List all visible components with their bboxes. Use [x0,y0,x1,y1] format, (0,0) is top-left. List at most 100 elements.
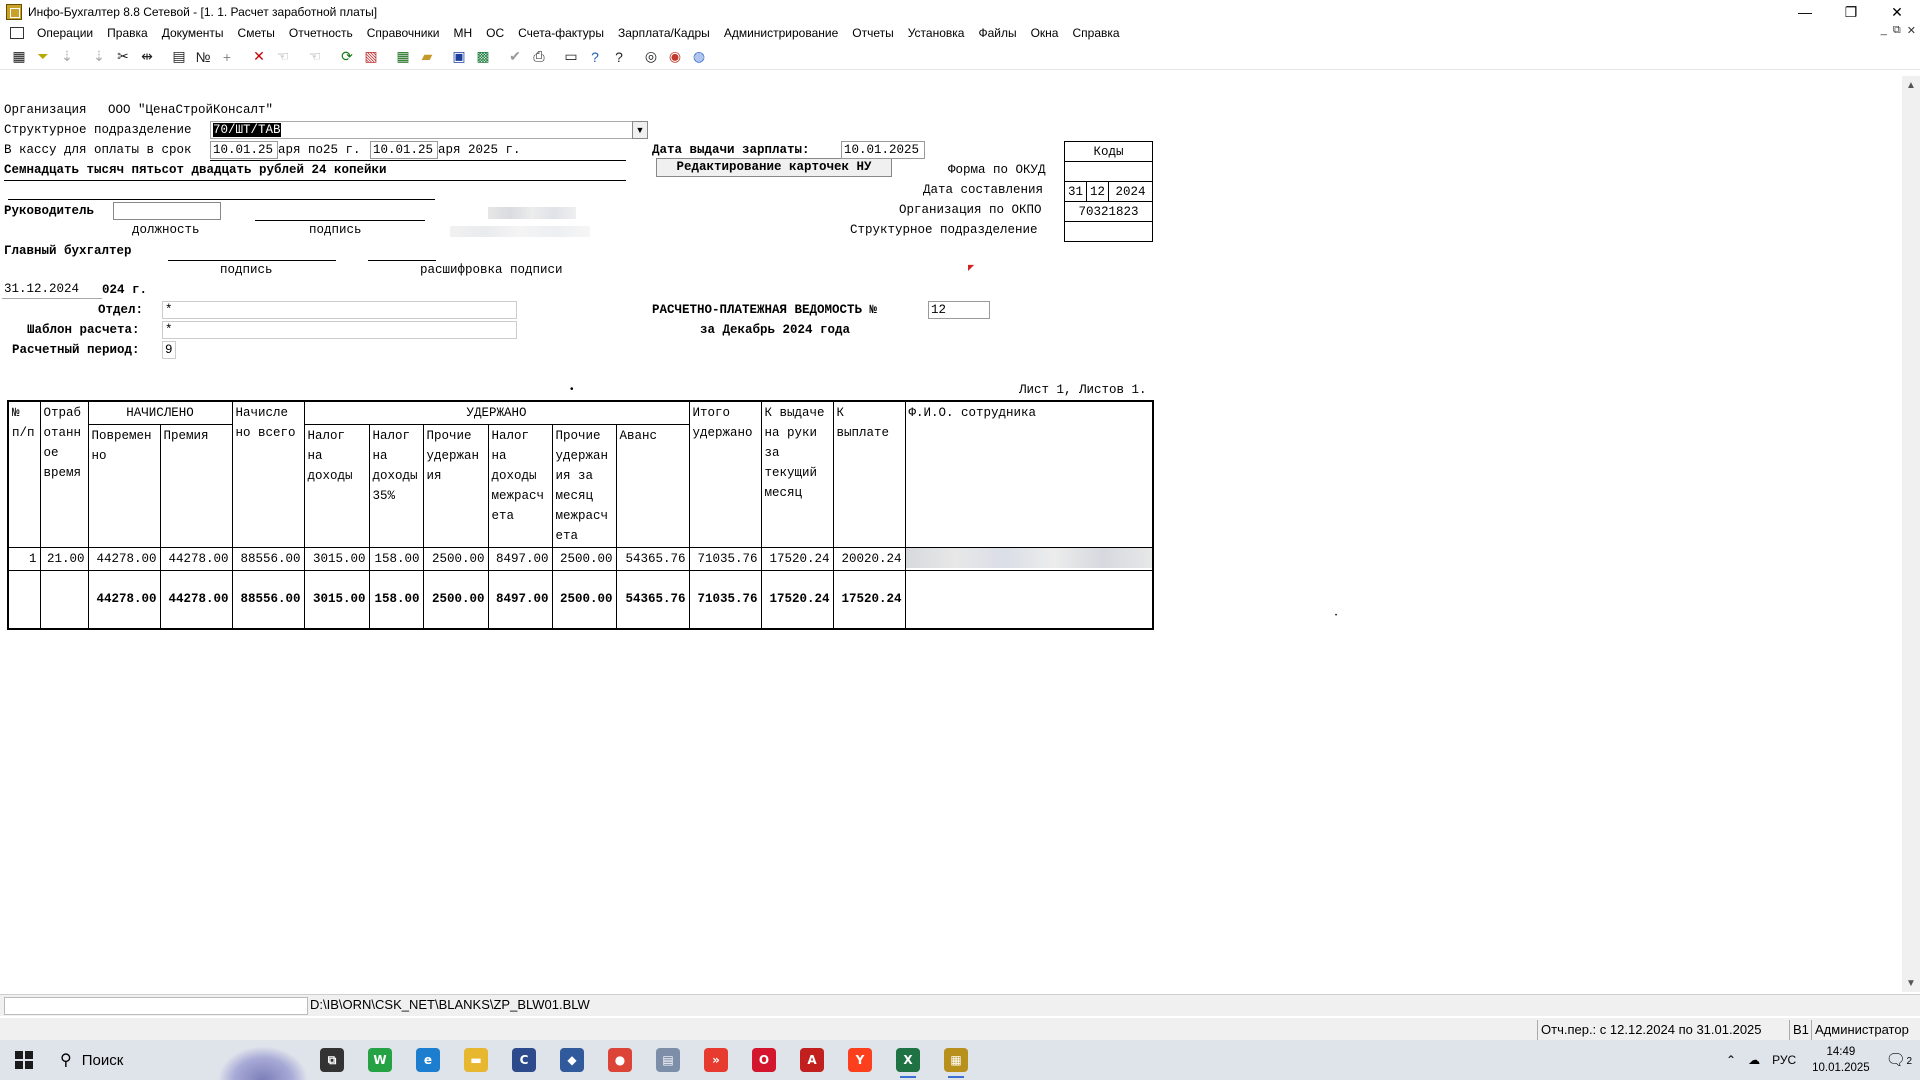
menu-item[interactable]: МН [446,26,479,40]
codes-year[interactable]: 2024 [1108,181,1153,202]
save-icon[interactable]: ▣ [448,46,470,68]
context-help-icon[interactable]: ? [608,46,630,68]
pdf-icon[interactable]: ▧ [360,46,382,68]
chrome-icon[interactable]: ● [596,1040,644,1080]
form-tab-title[interactable]: Редактирование карточек НУ [656,158,892,177]
explorer-icon[interactable]: ▬ [452,1040,500,1080]
cell-bonus[interactable]: 44278.00 [159,547,233,571]
language-indicator[interactable]: РУС [1766,1053,1802,1067]
menu-item[interactable]: Справочники [360,26,447,40]
refresh-icon[interactable]: ⟳ [336,46,358,68]
pdf-reader-icon[interactable]: A [788,1040,836,1080]
cash-to-field[interactable]: 10.01.25 [370,141,438,159]
document-icon[interactable] [10,27,24,39]
vertical-scrollbar[interactable]: ▲ ▼ [1902,76,1920,992]
sort-desc-icon[interactable]: ⇣ [88,46,110,68]
template-field[interactable]: * [162,321,517,339]
head-position-field[interactable] [113,202,221,220]
dept-field[interactable]: * [162,301,517,319]
statement-number-field[interactable]: 12 [928,301,990,319]
cell-other-inter[interactable]: 2500.00 [551,547,617,571]
menu-item[interactable]: Файлы [971,26,1023,40]
close-button[interactable]: ✕ [1874,0,1920,24]
ccleaner-icon[interactable]: C [500,1040,548,1080]
mdi-restore-icon[interactable]: ⧉ [1893,24,1901,37]
filter-icon[interactable]: ⏷ [32,46,54,68]
cell-no[interactable]: 1 [7,547,41,571]
mdi-close-icon[interactable]: ✕ [1907,24,1916,37]
cell-timebased[interactable]: 44278.00 [87,547,161,571]
cut-icon[interactable]: ✂ [112,46,134,68]
paste-icon[interactable]: ▤ [168,46,190,68]
codes-month[interactable]: 12 [1086,181,1109,202]
start-button[interactable] [0,1040,48,1080]
anydesk-icon[interactable]: » [692,1040,740,1080]
yandex-icon[interactable]: Y [836,1040,884,1080]
preview-icon[interactable]: ▭ [560,46,582,68]
cash-from-field[interactable]: 10.01.25 [210,141,278,159]
cell-other[interactable]: 2500.00 [422,547,489,571]
restore-button[interactable]: ❐ [1828,0,1874,24]
dropdown-arrow-icon[interactable]: ▼ [632,121,648,139]
codes-division-value[interactable] [1064,221,1153,242]
minimize-button[interactable]: — [1782,0,1828,24]
navigator-icon[interactable]: ◎ [640,46,662,68]
menu-item[interactable]: Справка [1065,26,1126,40]
support-icon[interactable]: ◉ [664,46,686,68]
edge-icon[interactable]: e [404,1040,452,1080]
split-icon[interactable]: ⇹ [136,46,158,68]
table-icon[interactable]: ▦ [8,46,30,68]
cell-withheld-total[interactable]: 71035.76 [688,547,762,571]
delete-icon[interactable]: ✕ [248,46,270,68]
excel-app-icon[interactable]: X [884,1040,932,1080]
period-field[interactable]: 9 [162,341,176,359]
open-folder-icon[interactable]: ▰ [416,46,438,68]
mdi-minimize-icon[interactable]: _ [1881,24,1887,37]
program-icon[interactable]: ◆ [548,1040,596,1080]
menu-item[interactable]: Зарплата/Кадры [611,26,717,40]
notifications-icon[interactable]: 🗨 2 [1880,1050,1920,1070]
cell-accrued-total[interactable]: 88556.00 [231,547,305,571]
add-icon[interactable]: + [216,46,238,68]
date-field[interactable]: 31.12.2024 [2,281,102,299]
division-field[interactable]: 70/ШТ/ТАВ [210,121,640,139]
menu-item[interactable]: Документы [155,26,231,40]
cell-fio[interactable] [904,547,1154,571]
table-row[interactable]: 1 21.00 44278.00 44278.00 88556.00 3015.… [7,547,1154,571]
menu-item[interactable]: ОС [479,26,511,40]
excel-icon[interactable]: ▩ [472,46,494,68]
clock[interactable]: 14:49 10.01.2025 [1802,1044,1880,1076]
menu-item[interactable]: Правка [100,26,155,40]
numbering-icon[interactable]: № [192,46,214,68]
cell-worked[interactable]: 21.00 [39,547,89,571]
scroll-up-icon[interactable]: ▲ [1902,76,1920,94]
tray-chevron-icon[interactable]: ⌃ [1720,1053,1742,1067]
task-view-icon[interactable]: ⧉ [308,1040,356,1080]
menu-item[interactable]: Сметы [231,26,282,40]
menu-item[interactable]: Отчетность [282,26,360,40]
cell-to-pay[interactable]: 20020.24 [832,547,906,571]
cell-advance[interactable]: 54365.76 [615,547,690,571]
network-icon[interactable]: ☁ [1742,1053,1766,1067]
cell-to-issue[interactable]: 17520.24 [760,547,834,571]
scroll-down-icon[interactable]: ▼ [1902,974,1920,992]
codes-day[interactable]: 31 [1064,181,1087,202]
print-icon[interactable]: ⎙ [528,46,550,68]
menu-item[interactable]: Окна [1024,26,1066,40]
menu-item[interactable]: Счета-фактуры [511,26,611,40]
calc-icon[interactable]: ▦ [392,46,414,68]
cell-tax[interactable]: 3015.00 [303,547,370,571]
web-icon[interactable]: ◍ [688,46,710,68]
taskbar-search[interactable]: ⚲ Поиск [48,1040,308,1080]
check-icon[interactable]: ✔ [504,46,526,68]
pay-date-field[interactable]: 10.01.2025 [841,141,925,159]
sort-asc-icon[interactable]: ⇣ [56,46,78,68]
codes-okud-value[interactable] [1064,161,1153,182]
menu-item[interactable]: Администрирование [717,26,845,40]
printer-app-icon[interactable]: ▤ [644,1040,692,1080]
opera-icon[interactable]: O [740,1040,788,1080]
infobuh-app-icon[interactable]: ▦ [932,1040,980,1080]
menu-item[interactable]: Отчеты [845,26,900,40]
codes-okpo-value[interactable]: 70321823 [1064,201,1153,222]
menu-item[interactable]: Операции [30,26,100,40]
